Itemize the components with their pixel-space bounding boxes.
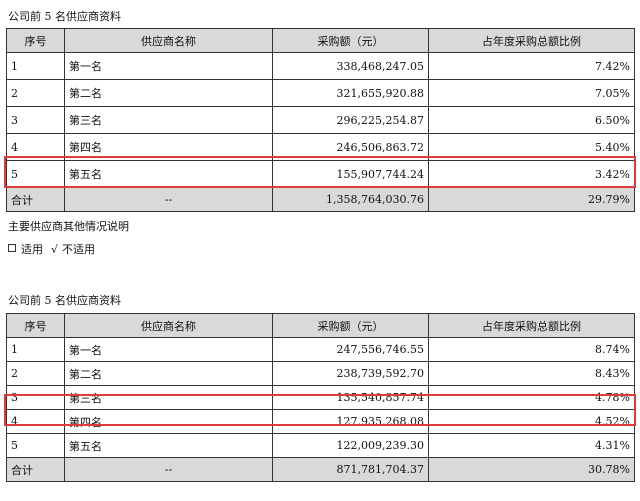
option-not-applicable[interactable]: √ 不适用 [51,241,95,257]
row-name: 第二名 [64,79,273,107]
total-name: -- [64,457,273,482]
row-amount: 296,225,254.87 [272,106,429,134]
row-ratio: 3.42% [428,160,635,188]
row-amount: 246,506,863.72 [272,133,429,161]
total-amount: 871,781,704.37 [272,457,429,482]
row-index: 3 [6,106,65,134]
row-amount: 135,540,857.74 [272,385,429,410]
row-amount: 127,935,268.08 [272,409,429,434]
supplier-note-heading: 主要供应商其他情况说明 [8,220,129,233]
row-amount: 122,009,239.30 [272,433,429,458]
row-name: 第三名 [64,106,273,134]
row-index: 1 [6,337,65,362]
row-index: 1 [6,52,65,80]
table-row: 2 第二名 238,739,592.70 8.43% [6,361,635,386]
row-ratio: 8.74% [428,337,635,362]
header-purchase-ratio: 占年度采购总额比例 [428,28,635,53]
total-ratio: 29.79% [428,187,635,212]
table-row: 5 第五名 155,907,744.24 3.42% [6,160,635,188]
row-name: 第五名 [64,433,273,458]
total-amount: 1,358,764,030.76 [272,187,429,212]
row-index: 5 [6,160,65,188]
row-amount: 155,907,744.24 [272,160,429,188]
table-row: 3 第三名 296,225,254.87 6.50% [6,106,635,134]
total-label: 合计 [6,187,65,212]
row-ratio: 4.52% [428,409,635,434]
row-ratio: 5.40% [428,133,635,161]
row-amount: 338,468,247.05 [272,52,429,80]
option-not-applicable-label: 不适用 [62,243,96,256]
table-row: 3 第三名 135,540,857.74 4.78% [6,385,635,410]
total-row: 合计 -- 1,358,764,030.76 29.79% [6,187,635,212]
table-row: 4 第四名 127,935,268.08 4.52% [6,409,635,434]
row-ratio: 4.31% [428,433,635,458]
header-purchase-ratio: 占年度采购总额比例 [428,313,635,338]
row-ratio: 8.43% [428,361,635,386]
row-name: 第一名 [64,337,273,362]
table-header-row: 序号 供应商名称 采购额（元） 占年度采购总额比例 [6,313,635,338]
option-applicable-label: 适用 [21,243,43,256]
supplier-table-2: 序号 供应商名称 采购额（元） 占年度采购总额比例 1 第一名 247,556,… [6,313,635,482]
table-row: 1 第一名 338,468,247.05 7.42% [6,52,635,80]
row-ratio: 4.78% [428,385,635,410]
row-ratio: 6.50% [428,106,635,134]
row-name: 第五名 [64,160,273,188]
row-name: 第二名 [64,361,273,386]
option-applicable[interactable]: 适用 [8,241,43,257]
total-label: 合计 [6,457,65,482]
row-name: 第一名 [64,52,273,80]
header-purchase-amount: 采购额（元） [272,313,429,338]
table-row: 4 第四名 246,506,863.72 5.40% [6,133,635,161]
total-ratio: 30.78% [428,457,635,482]
row-name: 第四名 [64,409,273,434]
total-name: -- [64,187,273,212]
row-amount: 247,556,746.55 [272,337,429,362]
header-supplier-name: 供应商名称 [64,313,273,338]
table-row: 2 第二名 321,655,920.88 7.05% [6,79,635,107]
total-row: 合计 -- 871,781,704.37 30.78% [6,457,635,482]
applicability-options: 适用 √ 不适用 [8,241,103,257]
check-mark-icon: √ [51,243,59,256]
row-name: 第三名 [64,385,273,410]
table1-title: 公司前 5 名供应商资料 [8,10,121,23]
row-index: 4 [6,133,65,161]
row-index: 4 [6,409,65,434]
header-index: 序号 [6,28,65,53]
checkbox-empty-icon [8,244,16,252]
row-name: 第四名 [64,133,273,161]
row-ratio: 7.42% [428,52,635,80]
row-amount: 238,739,592.70 [272,361,429,386]
table2-title: 公司前 5 名供应商资料 [8,294,121,307]
table-row: 5 第五名 122,009,239.30 4.31% [6,433,635,458]
header-index: 序号 [6,313,65,338]
row-index: 2 [6,79,65,107]
header-supplier-name: 供应商名称 [64,28,273,53]
row-amount: 321,655,920.88 [272,79,429,107]
supplier-table-1: 序号 供应商名称 采购额（元） 占年度采购总额比例 1 第一名 338,468,… [6,28,635,212]
table-header-row: 序号 供应商名称 采购额（元） 占年度采购总额比例 [6,28,635,53]
row-index: 3 [6,385,65,410]
row-index: 5 [6,433,65,458]
header-purchase-amount: 采购额（元） [272,28,429,53]
row-ratio: 7.05% [428,79,635,107]
table-row: 1 第一名 247,556,746.55 8.74% [6,337,635,362]
row-index: 2 [6,361,65,386]
